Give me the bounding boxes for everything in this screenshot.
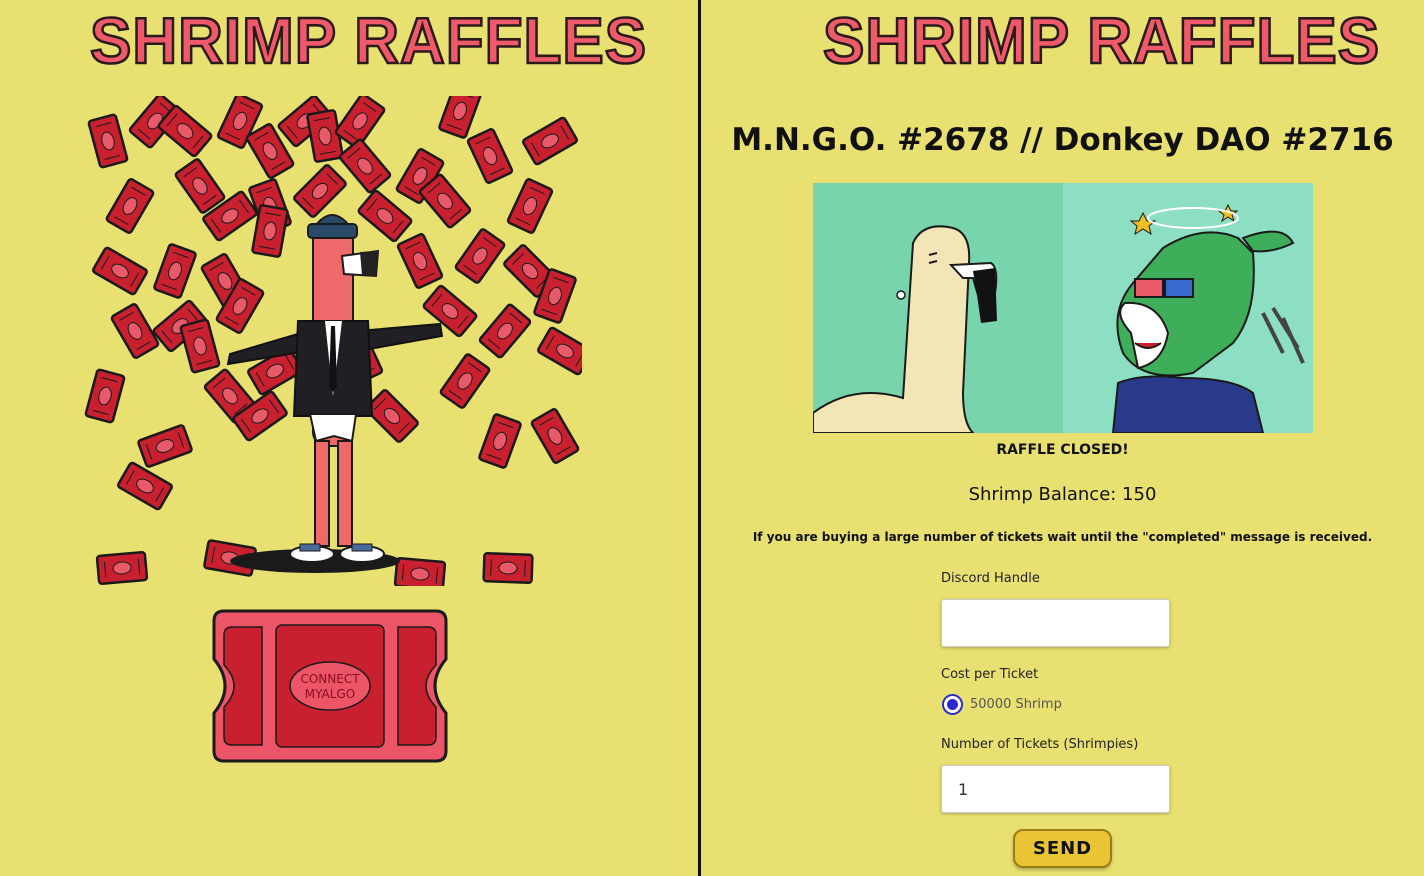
discord-handle-label: Discord Handle <box>941 571 1040 586</box>
connect-label-line1: CONNECT <box>300 672 360 686</box>
purchase-notice: If you are buying a large number of tick… <box>752 530 1373 544</box>
nft-prize-image <box>813 183 1313 433</box>
logo-left: SHRIMP RAFFLES <box>89 4 648 79</box>
cost-option-label: 50000 Shrimp <box>970 697 1062 712</box>
connect-myalgo-button[interactable]: CONNECT MYALGO <box>210 607 450 765</box>
ticket-icon: CONNECT MYALGO <box>212 609 448 763</box>
right-pane: SHRIMP RAFFLES M.N.G.O. #2678 // Donkey … <box>701 0 1424 876</box>
cost-option-radio[interactable]: 50000 Shrimp <box>942 694 1062 715</box>
radio-selected-icon[interactable] <box>942 694 963 715</box>
ticket-count-input[interactable] <box>941 765 1170 813</box>
ticket-count-label: Number of Tickets (Shrimpies) <box>941 737 1139 752</box>
send-button[interactable]: SEND <box>1013 829 1112 868</box>
raffle-title: M.N.G.O. #2678 // Donkey DAO #2716 <box>731 122 1394 158</box>
raffle-status: RAFFLE CLOSED! <box>996 442 1129 458</box>
discord-handle-input[interactable] <box>941 599 1170 647</box>
connect-label-line2: MYALGO <box>305 687 355 701</box>
cost-per-ticket-label: Cost per Ticket <box>941 667 1039 682</box>
shrimp-balance: Shrimp Balance: 150 <box>968 484 1157 505</box>
logo-right: SHRIMP RAFFLES <box>822 4 1381 79</box>
shrimp-ticket-rain-illustration <box>84 96 582 586</box>
left-pane: SHRIMP RAFFLES CONNECT MYALGO <box>0 0 698 876</box>
